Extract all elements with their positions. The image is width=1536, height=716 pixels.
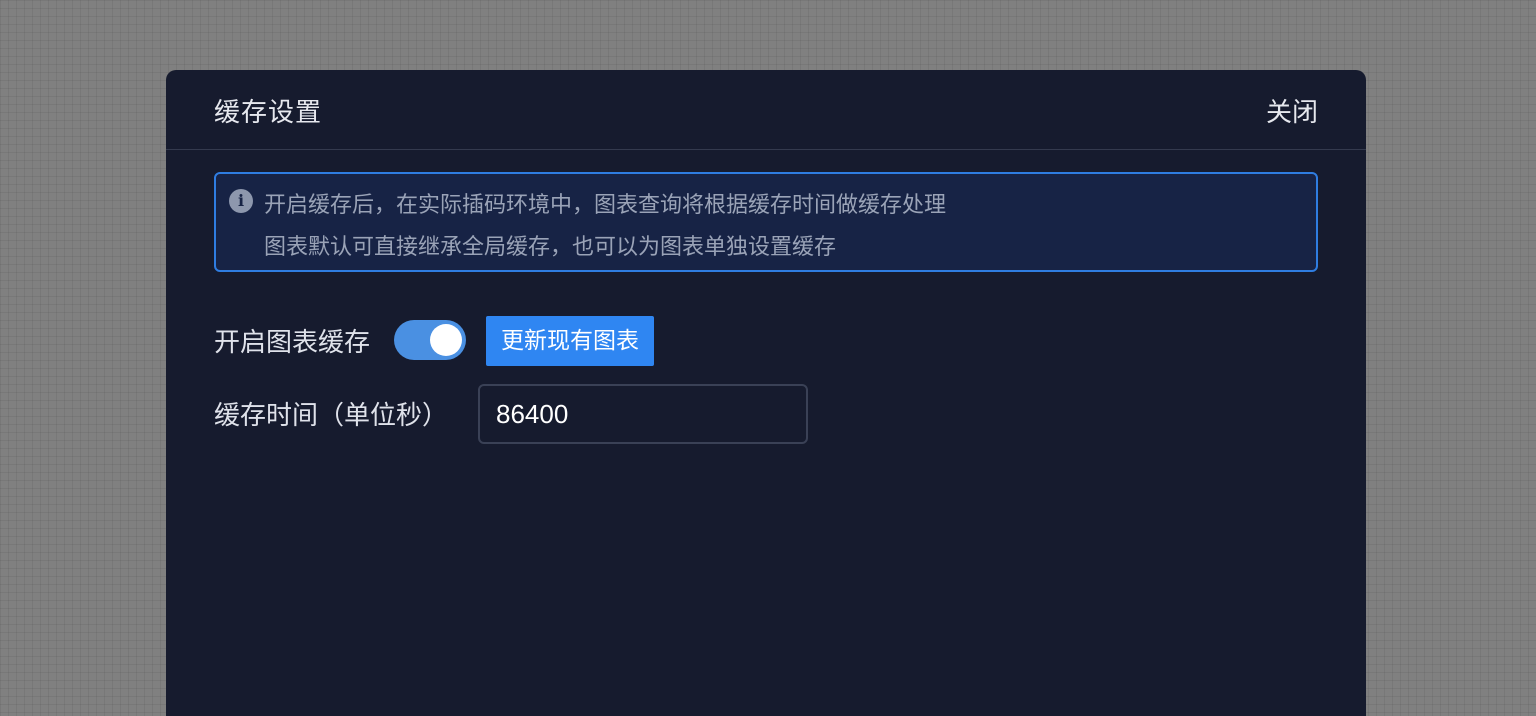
update-existing-charts-button[interactable]: 更新现有图表 — [486, 316, 654, 366]
dialog-header: 缓存设置 关闭 — [166, 70, 1366, 150]
close-button[interactable]: 关闭 — [1266, 92, 1318, 129]
enable-cache-label: 开启图表缓存 — [214, 328, 371, 358]
info-icon: i — [229, 189, 253, 213]
enable-cache-toggle[interactable] — [394, 320, 466, 360]
cache-time-label: 缓存时间（单位秒） — [214, 401, 449, 431]
cache-settings-dialog: 缓存设置 关闭 i 开启缓存后，在实际插码环境中，图表查询将根据缓存时间做缓存处… — [166, 70, 1366, 716]
cache-time-input[interactable] — [478, 384, 808, 444]
info-notice: i 开启缓存后，在实际插码环境中，图表查询将根据缓存时间做缓存处理 图表默认可直… — [214, 172, 1318, 272]
notice-line-1: 开启缓存后，在实际插码环境中，图表查询将根据缓存时间做缓存处理 — [264, 193, 947, 218]
notice-line-2: 图表默认可直接继承全局缓存，也可以为图表单独设置缓存 — [264, 235, 837, 260]
toggle-knob — [430, 324, 462, 356]
dialog-title: 缓存设置 — [214, 98, 323, 128]
